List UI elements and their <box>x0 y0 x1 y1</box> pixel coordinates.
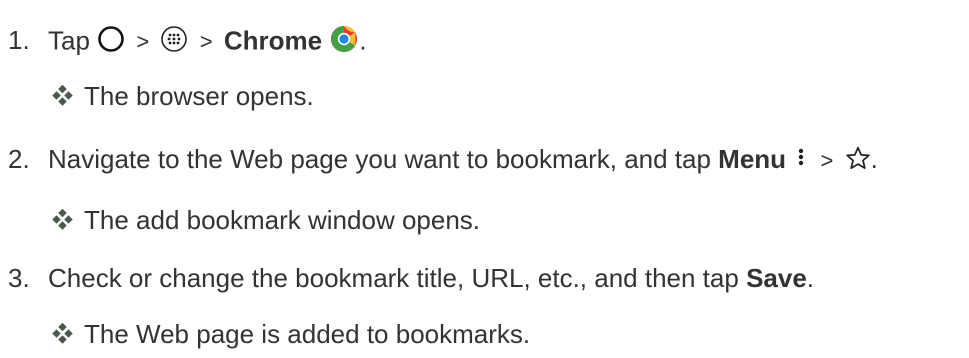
result-text: The add bookmark window opens. <box>84 205 481 235</box>
step-text: Tap <box>48 25 90 56</box>
save-label: Save <box>746 263 807 293</box>
separator: > <box>199 29 213 55</box>
result-text: The browser opens. <box>84 81 314 111</box>
step-number: 2. <box>8 144 30 174</box>
step-number: 3. <box>8 263 30 293</box>
star-icon <box>845 145 871 178</box>
apps-icon <box>160 25 188 60</box>
separator: > <box>820 148 834 173</box>
menu-dots-icon <box>793 144 809 179</box>
step-text: Check or change the bookmark title, URL,… <box>48 263 747 293</box>
menu-label: Menu <box>718 144 787 174</box>
diamond-bullet-icon <box>52 320 74 344</box>
diamond-bullet-icon <box>52 206 74 230</box>
instruction-steps: 1. Tap > > Chrome . The browser opens. 2… <box>0 0 969 358</box>
separator: > <box>136 29 150 55</box>
period: . <box>870 144 878 174</box>
diamond-bullet-icon <box>52 82 74 106</box>
result-text: The Web page is added to bookmarks. <box>84 319 531 349</box>
chrome-icon <box>329 24 359 61</box>
period: . <box>806 263 815 293</box>
step-number: 1. <box>8 25 30 55</box>
chrome-label: Chrome <box>223 25 323 56</box>
step-text: Navigate to the Web page you want to boo… <box>48 144 719 174</box>
home-circle-icon <box>97 25 125 60</box>
period: . <box>359 25 367 56</box>
